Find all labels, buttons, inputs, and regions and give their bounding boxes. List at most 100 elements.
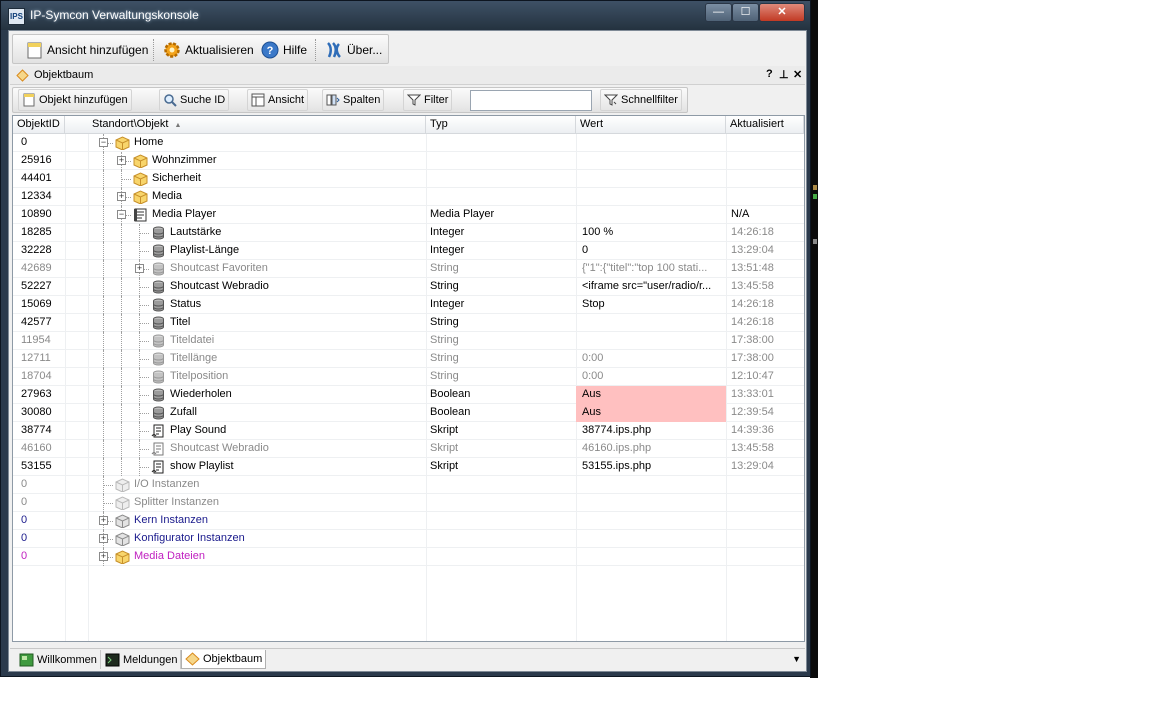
- object-name[interactable]: Konfigurator Instanzen: [134, 530, 245, 548]
- column-header-wert[interactable]: Wert: [576, 116, 726, 134]
- quickfilter-icon: [603, 93, 619, 107]
- view-icon: [251, 93, 265, 107]
- maximize-button[interactable]: ☐: [732, 3, 759, 22]
- quickfilter-input[interactable]: [470, 90, 592, 111]
- table-row[interactable]: 15069 Status Integer Stop 14:26:18: [13, 296, 804, 314]
- object-name[interactable]: Zufall: [170, 404, 197, 422]
- help-button[interactable]: ? Hilfe: [257, 37, 311, 62]
- table-row[interactable]: 0 + Kern Instanzen: [13, 512, 804, 530]
- column-header-typ[interactable]: Typ: [426, 116, 576, 134]
- columns-button[interactable]: Spalten: [322, 89, 385, 111]
- quickfilter-button[interactable]: Schnellfilter: [600, 89, 682, 111]
- table-row[interactable]: 46160 Shoutcast Webradio Skript 46160.ips.p…: [13, 440, 804, 458]
- filter-button[interactable]: Filter: [403, 89, 453, 111]
- tree-guide: [121, 260, 122, 278]
- object-name[interactable]: Sicherheit: [152, 170, 201, 188]
- expand-icon[interactable]: +: [117, 192, 126, 201]
- tab-meldungen[interactable]: Meldungen: [102, 650, 182, 669]
- refresh-button[interactable]: Aktualisieren: [159, 37, 258, 62]
- column-header-standort[interactable]: Standort\Objekt ▲: [88, 116, 426, 134]
- expand-icon[interactable]: +: [99, 516, 108, 525]
- expand-icon[interactable]: +: [99, 552, 108, 561]
- object-name[interactable]: Titel: [170, 314, 190, 332]
- panel-close-button[interactable]: ✕: [793, 68, 802, 81]
- expand-icon[interactable]: +: [117, 156, 126, 165]
- object-name[interactable]: Play Sound: [170, 422, 226, 440]
- updated-cell: [726, 548, 804, 566]
- column-header-objektid[interactable]: ObjektID: [13, 116, 65, 134]
- table-row[interactable]: 32228 Playlist-Länge Integer 0 13:29:04: [13, 242, 804, 260]
- table-row[interactable]: 42689 + Shoutcast Favoriten String {"1":{"ti…: [13, 260, 804, 278]
- object-id-cell: 25916: [21, 154, 52, 166]
- table-row[interactable]: 52227 Shoutcast Webradio String <iframe src…: [13, 278, 804, 296]
- object-name[interactable]: Titelposition: [170, 368, 228, 386]
- tree-guide: [139, 278, 140, 296]
- table-row[interactable]: 0 + Konfigurator Instanzen: [13, 530, 804, 548]
- object-name[interactable]: Status: [170, 296, 201, 314]
- table-row[interactable]: 18704 Titelposition String 0:00 12:10:47: [13, 368, 804, 386]
- tab-list-dropdown-icon[interactable]: ▼: [792, 654, 801, 664]
- object-name[interactable]: Home: [134, 134, 163, 152]
- object-name[interactable]: Kern Instanzen: [134, 512, 208, 530]
- add-object-button[interactable]: Objekt hinzufügen: [18, 89, 132, 111]
- object-name[interactable]: Splitter Instanzen: [134, 494, 219, 512]
- table-row[interactable]: 30080 Zufall Boolean Aus 12:39:54: [13, 404, 804, 422]
- object-name[interactable]: Media: [152, 188, 182, 206]
- table-row[interactable]: 25916 + Wohnzimmer: [13, 152, 804, 170]
- collapse-icon[interactable]: −: [99, 138, 108, 147]
- close-window-button[interactable]: ✕: [759, 3, 805, 22]
- object-name[interactable]: show Playlist: [170, 458, 234, 476]
- object-name[interactable]: I/O Instanzen: [134, 476, 199, 494]
- tree-guide: [139, 386, 140, 404]
- tree-guide: [139, 224, 140, 242]
- title-bar[interactable]: IPS IP-Symcon Verwaltungskonsole — ☐ ✕: [1, 1, 810, 30]
- object-name[interactable]: Playlist-Länge: [170, 242, 239, 260]
- tab-objektbaum[interactable]: Objektbaum: [181, 650, 267, 669]
- object-name[interactable]: Media Dateien: [134, 548, 205, 566]
- expand-icon[interactable]: +: [135, 264, 144, 273]
- table-row[interactable]: 0 + Media Dateien: [13, 548, 804, 566]
- object-name[interactable]: Shoutcast Favoriten: [170, 260, 268, 278]
- object-name[interactable]: Media Player: [152, 206, 216, 224]
- tab-willkommen[interactable]: Willkommen: [16, 650, 101, 669]
- table-row[interactable]: 38774 Play Sound Skript 38774.ips.php 14:39:…: [13, 422, 804, 440]
- table-row[interactable]: 44401 Sicherheit: [13, 170, 804, 188]
- updated-cell: [726, 494, 804, 512]
- object-name[interactable]: Wohnzimmer: [152, 152, 217, 170]
- object-name[interactable]: Titellänge: [170, 350, 217, 368]
- table-row[interactable]: 11954 Titeldatei String 17:38:00: [13, 332, 804, 350]
- search-id-button[interactable]: Suche ID: [159, 89, 230, 111]
- add-view-button[interactable]: Ansicht hinzufügen: [21, 37, 152, 62]
- object-name[interactable]: Lautstärke: [170, 224, 221, 242]
- table-row[interactable]: 42577 Titel String 14:26:18: [13, 314, 804, 332]
- column-header-aktualisiert[interactable]: Aktualisiert: [726, 116, 804, 134]
- table-row[interactable]: 27963 Wiederholen Boolean Aus 13:33:01: [13, 386, 804, 404]
- table-row[interactable]: 18285 Lautstärke Integer 100 % 14:26:18: [13, 224, 804, 242]
- tree-guide: [103, 314, 104, 332]
- table-row[interactable]: 53155 show Playlist Skript 53155.ips.php 13:…: [13, 458, 804, 476]
- table-row[interactable]: 10890 − Media Player Media Player N/A: [13, 206, 804, 224]
- value-cell: 0:00: [582, 352, 604, 364]
- object-name[interactable]: Shoutcast Webradio: [170, 440, 269, 458]
- table-row[interactable]: 0 − Home: [13, 134, 804, 152]
- variable-icon: [151, 262, 166, 276]
- minimize-button[interactable]: —: [705, 3, 732, 22]
- tree-guide: [139, 422, 140, 440]
- panel-pin-button[interactable]: ⊥: [779, 68, 789, 81]
- tree-guide: [103, 350, 104, 368]
- table-row[interactable]: 12711 Titellänge String 0:00 17:38:00: [13, 350, 804, 368]
- table-row[interactable]: 0 Splitter Instanzen: [13, 494, 804, 512]
- object-name[interactable]: Shoutcast Webradio: [170, 278, 269, 296]
- table-row[interactable]: 12334 + Media: [13, 188, 804, 206]
- about-button[interactable]: Über...: [321, 37, 386, 62]
- object-id-cell: 52227: [21, 280, 52, 292]
- panel-help-button[interactable]: ?: [766, 68, 773, 80]
- collapse-icon[interactable]: −: [117, 210, 126, 219]
- table-row[interactable]: 0 I/O Instanzen: [13, 476, 804, 494]
- tree-guide: [121, 458, 122, 476]
- object-name[interactable]: Titeldatei: [170, 332, 214, 350]
- tree-guide: [103, 278, 104, 296]
- view-button[interactable]: Ansicht: [247, 89, 309, 111]
- expand-icon[interactable]: +: [99, 534, 108, 543]
- object-name[interactable]: Wiederholen: [170, 386, 232, 404]
